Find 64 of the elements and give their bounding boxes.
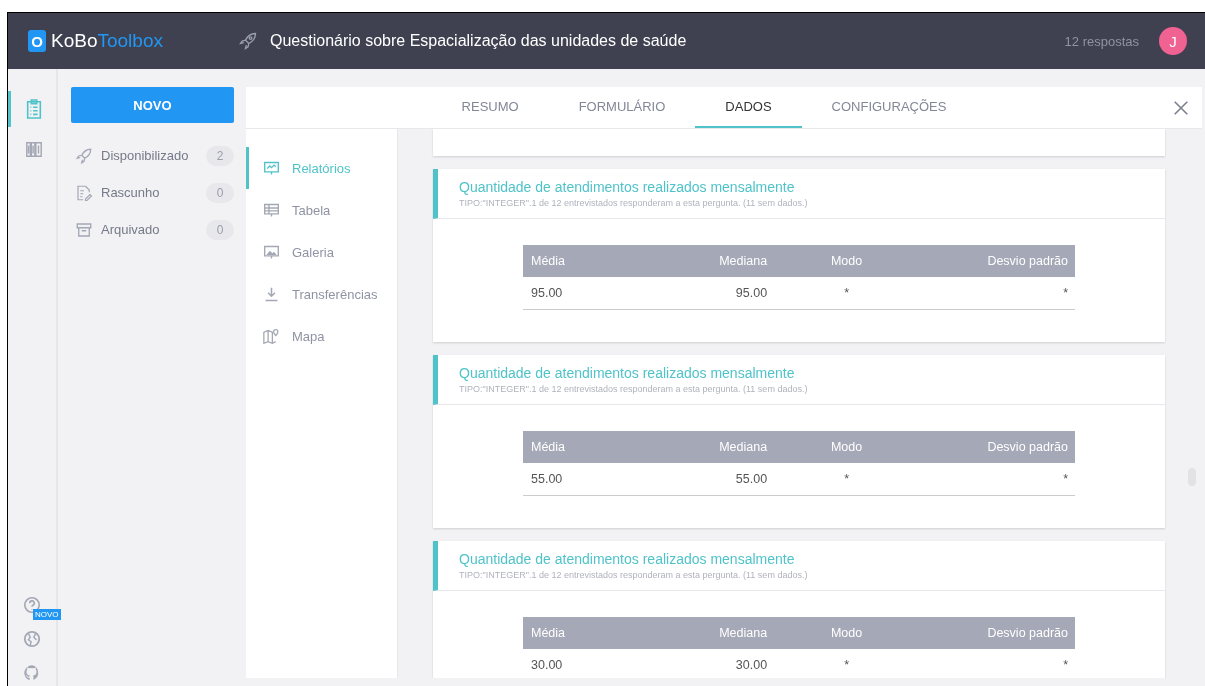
rocket-icon	[75, 146, 93, 165]
column-header: Mediana	[718, 626, 768, 640]
new-button[interactable]: NOVO	[71, 87, 234, 123]
library-icon	[24, 140, 43, 158]
close-icon[interactable]	[1172, 98, 1190, 117]
question-title: Quantidade de atendimentos realizados mensalmente	[459, 365, 796, 381]
tab[interactable]: FORMULÁRIO	[548, 87, 696, 128]
column-header: Média	[530, 626, 567, 640]
column-header: Mediana	[718, 440, 768, 454]
logo[interactable]: O KoBoToolbox	[28, 30, 238, 52]
table-cell-text: 30.00	[530, 658, 564, 672]
table-board-icon	[263, 201, 280, 219]
question-info: TIPO:"INTEGER".1 de 12 entrevistados responderam a esta pergunta. (11 sem dados.)	[459, 384, 809, 394]
table-cell-text: 30.00	[734, 658, 768, 672]
image-board-icon	[263, 243, 280, 261]
question-info: TIPO:"INTEGER".1 de 12 entrevistados responderam a esta pergunta. (11 sem dados.)	[459, 198, 809, 208]
column-header: Desvio padrão	[986, 440, 1069, 454]
new-badge: NOVO	[33, 609, 61, 620]
map-pin-icon	[263, 327, 280, 345]
column-header: Modo	[829, 626, 864, 640]
column-header: Modo	[829, 254, 864, 268]
subnav-item[interactable]: Tabela	[246, 189, 397, 231]
table-cell-text: *	[1062, 286, 1069, 300]
table-cell-text: *	[1062, 658, 1069, 672]
tab[interactable]: RESUMO	[431, 87, 549, 128]
response-count: 12 respostas	[1064, 33, 1139, 49]
sidebar-item[interactable]: Rascunho	[101, 185, 198, 200]
column-header: Desvio padrão	[986, 254, 1069, 268]
user-avatar[interactable]: J	[1159, 27, 1187, 55]
column-header: Modo	[829, 440, 864, 454]
subnav-item[interactable]: Galeria	[246, 231, 397, 273]
sidebar-item[interactable]: Disponibilizado	[101, 148, 198, 163]
subnav-item[interactable]: Transferências	[246, 273, 397, 315]
table-cell-text: *	[1062, 472, 1069, 486]
clipboard-icon	[24, 98, 43, 120]
table-cell-text: 95.00	[734, 286, 768, 300]
column-header: Média	[530, 440, 567, 454]
help-icon[interactable]	[23, 596, 41, 614]
column-header: Mediana	[718, 254, 768, 268]
tab[interactable]: CONFIGURAÇÕES	[801, 87, 977, 128]
table-cell-text: *	[843, 658, 851, 672]
column-header: Desvio padrão	[986, 626, 1069, 640]
sidebar-item[interactable]: Arquivado	[101, 222, 198, 237]
question-info: TIPO:"INTEGER".1 de 12 entrevistados responderam a esta pergunta. (11 sem dados.)	[459, 570, 809, 580]
column-header: Média	[530, 254, 567, 268]
item-count: 0	[206, 182, 234, 203]
table-cell-text: *	[843, 286, 851, 300]
rocket-icon	[238, 31, 258, 51]
question-title: Quantidade de atendimentos realizados mensalmente	[459, 551, 796, 567]
globe-icon[interactable]	[23, 630, 41, 648]
form-title: Questionário sobre Espacialização das unidades de saúde	[270, 32, 688, 50]
download-icon	[263, 285, 280, 303]
chart-board-icon	[263, 159, 280, 177]
table-cell-text: 55.00	[530, 472, 564, 486]
question-title: Quantidade de atendimentos realizados mensalmente	[459, 179, 796, 195]
table-cell-text: *	[843, 472, 851, 486]
table-cell-text: 55.00	[734, 472, 768, 486]
table-cell-text: 95.00	[530, 286, 564, 300]
archive-icon	[75, 220, 93, 239]
document-pencil-icon	[75, 183, 93, 202]
github-icon[interactable]	[23, 664, 41, 682]
item-count: 0	[206, 219, 234, 240]
subnav-item[interactable]: Mapa	[246, 315, 397, 357]
item-count: 2	[206, 145, 234, 166]
